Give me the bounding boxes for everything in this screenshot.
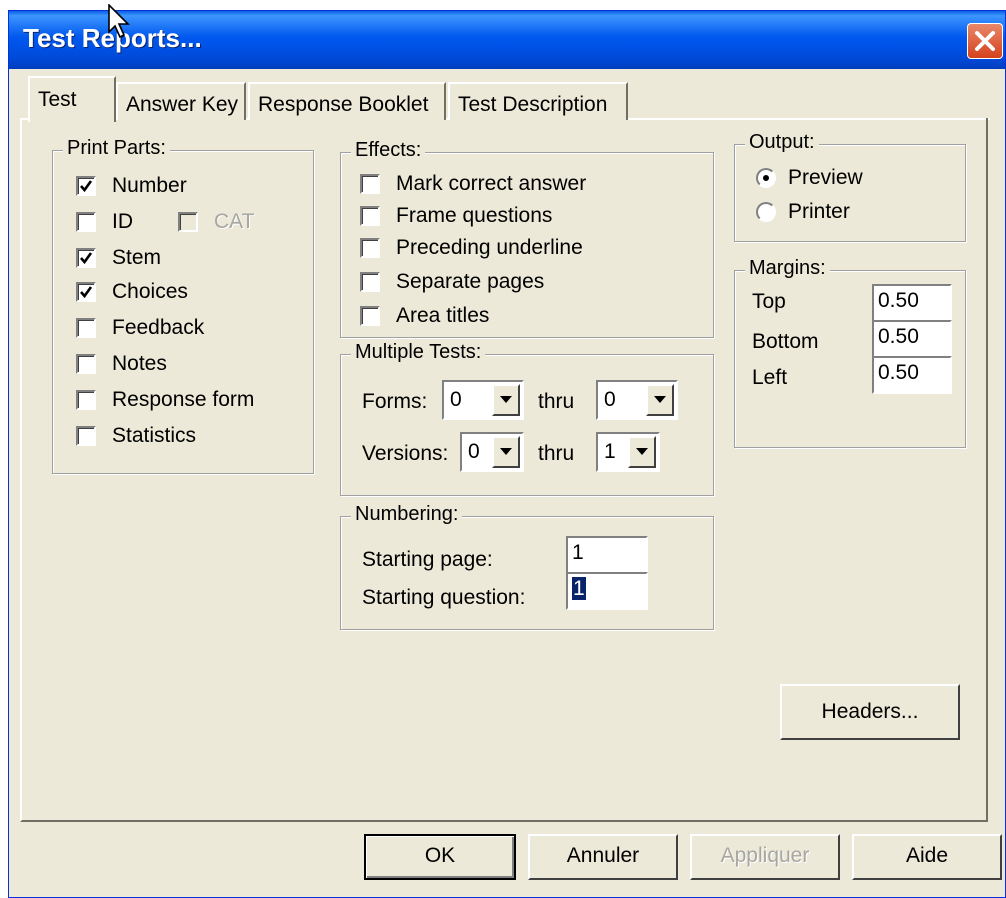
print-parts-label: Print Parts: [63, 137, 170, 160]
frame-questions-checkbox[interactable] [360, 206, 380, 226]
response-form-label: Response form [112, 388, 255, 411]
feedback-label: Feedback [112, 316, 205, 339]
versions-thru-label: thru [538, 442, 575, 465]
tab-label: Response Booklet [258, 93, 429, 116]
apply-button-label: Appliquer [720, 844, 810, 867]
top-margin-input[interactable]: 0.50 [872, 284, 952, 322]
preceding-underline-label: Preceding underline [396, 236, 583, 259]
tab-label: Answer Key [126, 93, 239, 116]
versions-from-select[interactable]: 0 [460, 432, 524, 472]
mark-correct-answer-label: Mark correct answer [396, 172, 587, 195]
multiple-tests-group: Multiple Tests: [340, 341, 714, 496]
preceding-underline-checkbox[interactable] [360, 238, 380, 258]
forms-to-dropdown-button[interactable] [646, 384, 674, 416]
numbering-label: Numbering: [351, 503, 463, 526]
forms-label: Forms: [362, 390, 428, 413]
stem-label: Stem [112, 246, 162, 269]
top-margin-label: Top [752, 290, 786, 313]
bottom-margin-value: 0.50 [878, 325, 919, 348]
output-label: Output: [745, 131, 819, 154]
left-margin-value: 0.50 [878, 361, 919, 384]
notes-checkbox[interactable] [76, 354, 96, 374]
response-form-checkbox[interactable] [76, 390, 96, 410]
separate-pages-checkbox[interactable] [360, 272, 380, 292]
cat-label: CAT [214, 210, 255, 233]
bottom-margin-label: Bottom [752, 330, 819, 353]
preview-radio[interactable] [756, 168, 776, 188]
tab-label: Test Description [458, 93, 608, 116]
area-titles-label: Area titles [396, 304, 490, 327]
versions-to-dropdown-button[interactable] [628, 436, 656, 468]
notes-label: Notes [112, 352, 167, 375]
headers-button-label: Headers... [821, 700, 919, 723]
mouse-cursor-icon [108, 3, 132, 45]
left-margin-input[interactable]: 0.50 [872, 356, 952, 394]
tab-answer-key[interactable]: Answer Key [116, 82, 246, 120]
output-group: Output: [734, 131, 966, 242]
versions-to-select[interactable]: 1 [596, 432, 660, 472]
ok-button-label: OK [424, 844, 456, 867]
tab-label: Test [38, 88, 77, 111]
starting-question-label: Starting question: [362, 586, 526, 609]
forms-from-dropdown-button[interactable] [492, 384, 520, 416]
ok-button[interactable]: OK [364, 834, 516, 880]
help-button-label: Aide [905, 844, 949, 867]
tab-test-description[interactable]: Test Description [448, 82, 628, 120]
radio-selected-dot [763, 175, 769, 181]
left-margin-label: Left [752, 366, 788, 389]
top-margin-value: 0.50 [878, 289, 919, 312]
printer-radio[interactable] [756, 202, 776, 222]
mark-correct-answer-checkbox[interactable] [360, 174, 380, 194]
starting-page-value: 1 [572, 541, 584, 564]
area-titles-checkbox[interactable] [360, 306, 380, 326]
statistics-checkbox[interactable] [76, 426, 96, 446]
choices-checkbox[interactable] [76, 282, 96, 302]
versions-from-dropdown-button[interactable] [492, 436, 520, 468]
help-button[interactable]: Aide [852, 834, 1002, 880]
choices-label: Choices [112, 280, 188, 303]
bottom-margin-input[interactable]: 0.50 [872, 320, 952, 358]
feedback-checkbox[interactable] [76, 318, 96, 338]
close-button[interactable] [967, 23, 1003, 59]
effects-label: Effects: [351, 139, 426, 162]
forms-from-value: 0 [450, 388, 462, 411]
multiple-tests-label: Multiple Tests: [351, 341, 486, 364]
forms-to-value: 0 [604, 388, 616, 411]
frame-questions-label: Frame questions [396, 204, 553, 227]
versions-label: Versions: [362, 442, 449, 465]
cat-checkbox [178, 212, 198, 232]
stem-checkbox[interactable] [76, 248, 96, 268]
tab-test[interactable]: Test [28, 76, 116, 122]
number-label: Number [112, 174, 187, 197]
cancel-button[interactable]: Annuler [528, 834, 678, 880]
number-checkbox[interactable] [76, 176, 96, 196]
forms-from-select[interactable]: 0 [442, 380, 524, 420]
separate-pages-label: Separate pages [396, 270, 545, 293]
starting-page-label: Starting page: [362, 548, 493, 571]
tab-response-booklet[interactable]: Response Booklet [248, 82, 446, 120]
cancel-button-label: Annuler [566, 844, 640, 867]
id-label: ID [112, 210, 133, 233]
starting-question-input[interactable]: 1 [566, 572, 648, 610]
numbering-group: Numbering: [340, 503, 714, 630]
id-checkbox[interactable] [76, 212, 96, 232]
starting-question-value: 1 [572, 577, 586, 600]
title-bar[interactable]: Test Reports... [9, 11, 1005, 69]
versions-to-value: 1 [604, 440, 616, 463]
forms-to-select[interactable]: 0 [596, 380, 678, 420]
printer-label: Printer [788, 200, 850, 223]
margins-label: Margins: [745, 257, 830, 280]
preview-label: Preview [788, 166, 863, 189]
statistics-label: Statistics [112, 424, 197, 447]
starting-page-input[interactable]: 1 [566, 536, 648, 574]
versions-from-value: 0 [468, 440, 480, 463]
headers-button[interactable]: Headers... [780, 684, 960, 740]
forms-thru-label: thru [538, 390, 575, 413]
apply-button: Appliquer [690, 834, 840, 880]
